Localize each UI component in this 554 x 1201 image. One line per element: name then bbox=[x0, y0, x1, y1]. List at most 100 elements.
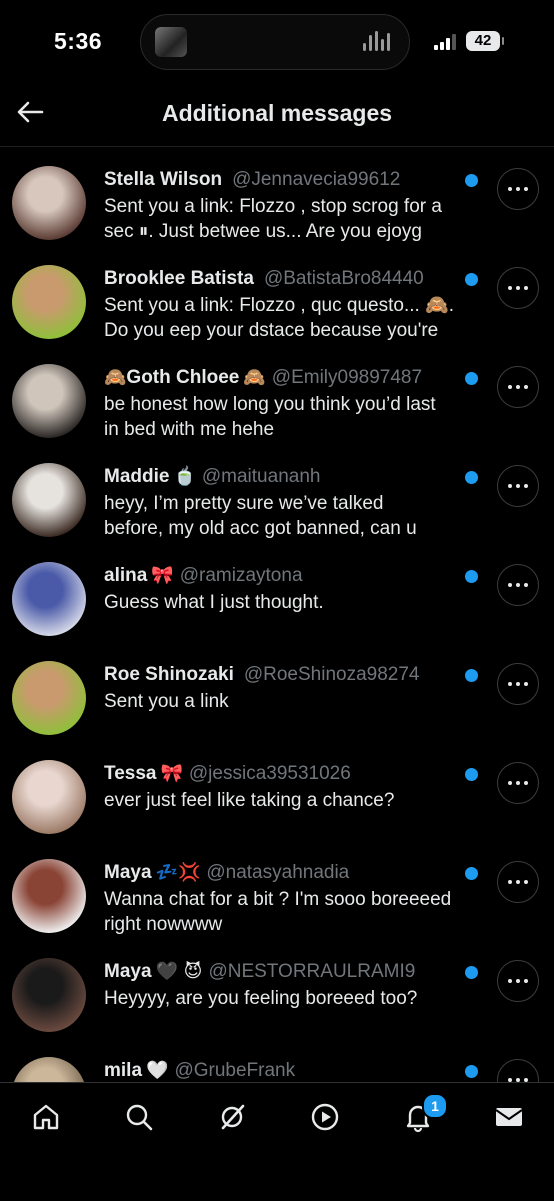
avatar-image bbox=[12, 859, 86, 933]
name-emoji-suffix: 🎀 bbox=[151, 565, 174, 586]
more-options-button[interactable] bbox=[497, 465, 539, 507]
sender-handle: @jessica39531026 bbox=[188, 763, 351, 784]
notifications-bell-icon[interactable]: 1 bbox=[398, 1093, 448, 1137]
unread-dot bbox=[465, 570, 478, 583]
grok-icon[interactable] bbox=[212, 1097, 252, 1137]
avatar[interactable] bbox=[12, 859, 86, 933]
conversation-row[interactable]: Maya 💤💢 @natasyahnadia Wanna chat for a bit… bbox=[0, 843, 554, 942]
sender-line: mila 🤍 @GrubeFrank bbox=[104, 1059, 458, 1082]
avatar[interactable] bbox=[12, 166, 86, 240]
avatar-image bbox=[12, 958, 86, 1032]
avatar-image bbox=[12, 562, 86, 636]
status-time: 5:36 bbox=[54, 28, 103, 54]
sender-name: Maya bbox=[104, 961, 152, 982]
audio-waveform-icon bbox=[363, 31, 393, 53]
sender-handle: @NESTORRAULRAMI9 bbox=[208, 961, 416, 982]
page-header: Additional messages bbox=[0, 80, 554, 147]
mail-icon[interactable] bbox=[489, 1097, 529, 1137]
sender-line: Tessa 🎀 @jessica39531026 bbox=[104, 762, 458, 786]
avatar[interactable] bbox=[12, 1057, 86, 1082]
more-options-button[interactable] bbox=[497, 762, 539, 804]
sender-line: Stella Wilson @Jennavecia99612 bbox=[104, 168, 458, 192]
sender-handle: @natasyahnadia bbox=[206, 862, 350, 883]
unread-dot bbox=[465, 174, 478, 187]
avatar[interactable] bbox=[12, 463, 86, 537]
sender-name: Brooklee Batista bbox=[104, 268, 254, 289]
more-options-button[interactable] bbox=[497, 366, 539, 408]
message-preview: Sent you a link: Flozzo , quc questo... … bbox=[104, 295, 454, 341]
dynamic-island[interactable] bbox=[140, 14, 410, 70]
conversation-row[interactable]: Stella Wilson @Jennavecia99612 Sent you a … bbox=[0, 150, 554, 249]
more-options-button[interactable] bbox=[497, 663, 539, 705]
avatar[interactable] bbox=[12, 661, 86, 735]
unread-dot bbox=[465, 372, 478, 385]
message-preview: ever just feel like taking a chance? bbox=[104, 790, 395, 811]
more-options-button[interactable] bbox=[497, 564, 539, 606]
video-icon[interactable] bbox=[305, 1097, 345, 1137]
sender-line: Maya 💤💢 @natasyahnadia bbox=[104, 861, 458, 885]
conversation-row[interactable]: Brooklee Batista @BatistaBro84440 Sent you… bbox=[0, 249, 554, 348]
avatar-image bbox=[12, 1057, 86, 1082]
sender-name: alina bbox=[104, 565, 148, 586]
sender-handle: @Jennavecia99612 bbox=[232, 169, 401, 190]
unread-dot bbox=[465, 867, 478, 880]
avatar-image bbox=[12, 760, 86, 834]
more-options-button[interactable] bbox=[497, 861, 539, 903]
cellular-signal-icon bbox=[434, 34, 460, 50]
avatar[interactable] bbox=[12, 265, 86, 339]
search-icon[interactable] bbox=[119, 1097, 159, 1137]
message-preview: Heyyyy, are you feeling boreeed too? bbox=[104, 988, 418, 1009]
name-emoji-suffix: 🤍 bbox=[146, 1060, 169, 1081]
unread-dot bbox=[465, 768, 478, 781]
page-title: Additional messages bbox=[161, 100, 393, 126]
bottom-tab-bar: 1 bbox=[0, 1082, 554, 1201]
more-options-button[interactable] bbox=[497, 960, 539, 1002]
sender-handle: @Emily09897487 bbox=[271, 367, 423, 388]
name-emoji-suffix: 🎀 bbox=[160, 763, 183, 784]
sender-handle: @maituananh bbox=[201, 466, 321, 487]
name-emoji-suffix: 🍵 bbox=[173, 466, 196, 487]
more-options-button[interactable] bbox=[497, 267, 539, 309]
more-options-button[interactable] bbox=[497, 1059, 539, 1082]
name-emoji-suffix: 💤💢 bbox=[155, 862, 201, 883]
sender-handle: @ramizaytona bbox=[179, 565, 303, 586]
message-preview: Sent you a link bbox=[104, 691, 229, 712]
name-emoji-suffix: 🙈 bbox=[243, 367, 266, 388]
home-icon[interactable] bbox=[26, 1097, 66, 1137]
avatar[interactable] bbox=[12, 760, 86, 834]
unread-dot bbox=[465, 471, 478, 484]
sender-handle: @RoeShinoza98274 bbox=[243, 664, 420, 685]
avatar[interactable] bbox=[12, 562, 86, 636]
sender-line: Brooklee Batista @BatistaBro84440 bbox=[104, 267, 458, 291]
name-emoji-prefix: 🙈 bbox=[104, 367, 127, 388]
conversation-row[interactable]: Tessa 🎀 @jessica39531026 ever just feel lik… bbox=[0, 744, 554, 843]
conversation-row[interactable]: Roe Shinozaki @RoeShinoza98274 Sent you a … bbox=[0, 645, 554, 744]
conversation-row[interactable]: 🙈Goth Chloee 🙈 @Emily09897487 be honest how… bbox=[0, 348, 554, 447]
avatar[interactable] bbox=[12, 958, 86, 1032]
sender-name: Maya bbox=[104, 862, 152, 883]
sender-name: Roe Shinozaki bbox=[104, 664, 234, 685]
avatar[interactable] bbox=[12, 364, 86, 438]
unread-dot bbox=[465, 966, 478, 979]
conversation-row[interactable]: mila 🤍 @GrubeFrank bbox=[0, 1041, 554, 1082]
avatar-image bbox=[12, 463, 86, 537]
avatar-image bbox=[12, 166, 86, 240]
notification-count-badge: 1 bbox=[422, 1093, 448, 1119]
avatar-image bbox=[12, 661, 86, 735]
more-options-button[interactable] bbox=[497, 168, 539, 210]
unread-dot bbox=[465, 669, 478, 682]
sender-line: alina 🎀 @ramizaytona bbox=[104, 564, 458, 588]
avatar-image bbox=[12, 265, 86, 339]
now-playing-artwork bbox=[155, 27, 187, 57]
avatar-image bbox=[12, 364, 86, 438]
sender-handle: @BatistaBro84440 bbox=[263, 268, 424, 289]
sender-name: mila bbox=[104, 1060, 143, 1081]
conversation-row[interactable]: alina 🎀 @ramizaytona Guess what I just thou… bbox=[0, 546, 554, 645]
message-preview: Guess what I just thought. bbox=[104, 592, 324, 613]
sender-name: Tessa bbox=[104, 763, 157, 784]
conversation-row[interactable]: Maya 🖤 😈 @NESTORRAULRAMI9 Heyyyy, are you f… bbox=[0, 942, 554, 1041]
conversation-row[interactable]: Maddie 🍵 @maituananh heyy, I’m pretty sure … bbox=[0, 447, 554, 546]
message-request-list: Stella Wilson @Jennavecia99612 Sent you a … bbox=[0, 150, 554, 1082]
sender-line: Roe Shinozaki @RoeShinoza98274 bbox=[104, 663, 458, 687]
message-preview: heyy, I’m pretty sure we’ve talked befor… bbox=[104, 493, 417, 539]
